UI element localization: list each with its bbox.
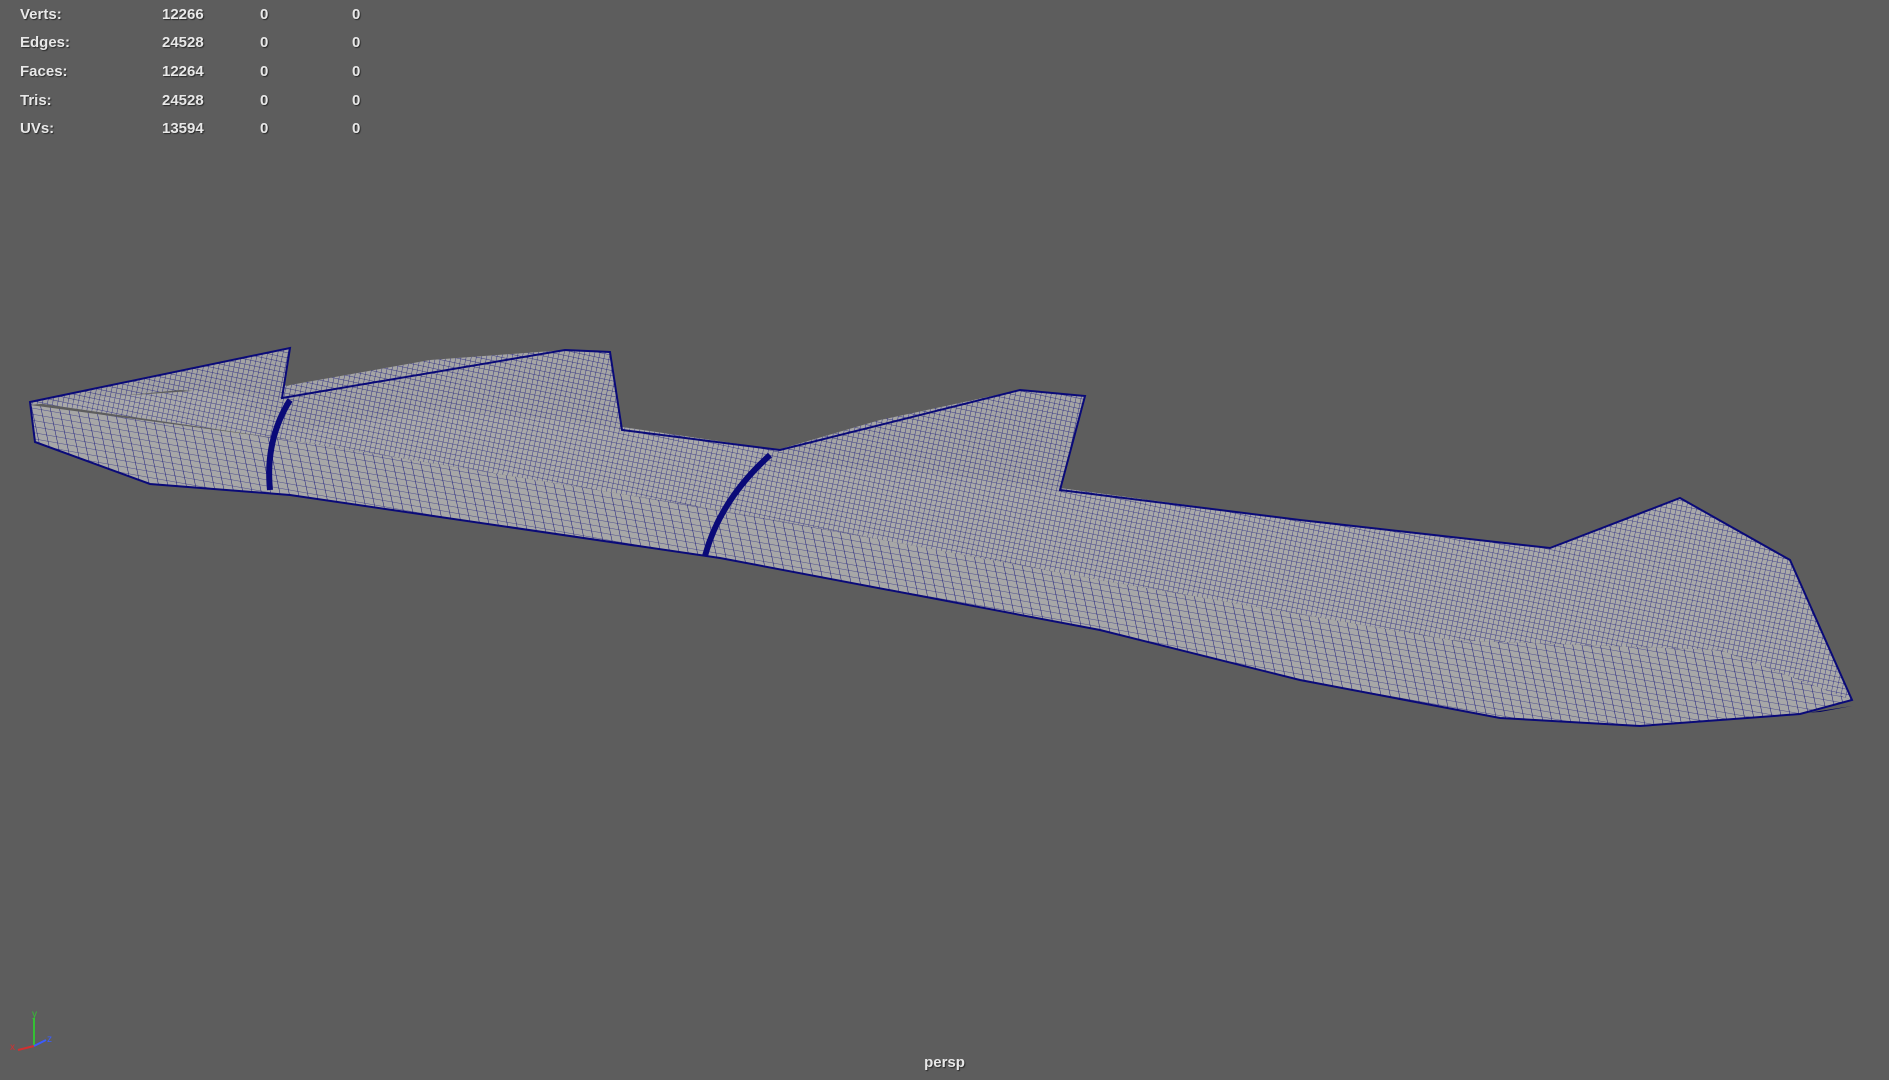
hud-value-selected: 0 (260, 62, 269, 80)
hud-value-extra: 0 (352, 62, 361, 80)
hud-value-total: 12264 (162, 62, 204, 80)
hud-value-total: 13594 (162, 120, 204, 138)
hud-value-selected: 0 (260, 120, 269, 138)
y-axis-label: y (32, 1009, 37, 1020)
hud-value-total: 12266 (162, 5, 204, 23)
hud-label: UVs: (20, 120, 55, 138)
hud-value-extra: 0 (352, 34, 361, 52)
hud-label: Edges: (20, 34, 71, 52)
hud-value-extra: 0 (352, 5, 361, 23)
hud-value-extra: 0 (352, 120, 361, 138)
hud-label: Tris: (20, 91, 52, 109)
poly-count-hud: Verts: 12266 0 0 Edges: 24528 0 0 Faces:… (0, 0, 412, 143)
z-axis-line (33, 1039, 47, 1047)
hud-row-verts: Verts: 12266 0 0 (0, 0, 412, 29)
hud-row-uvs: UVs: 13594 0 0 (0, 114, 412, 143)
hud-row-edges: Edges: 24528 0 0 (0, 29, 412, 58)
hud-row-tris: Tris: 24528 0 0 (0, 86, 412, 115)
hud-row-faces: Faces: 12264 0 0 (0, 57, 412, 86)
hud-label: Faces: (20, 62, 68, 80)
axis-gizmo: y x z (10, 1009, 52, 1053)
hud-value-selected: 0 (260, 34, 269, 52)
camera-name-label: persp (924, 1054, 965, 1071)
hud-value-total: 24528 (162, 34, 204, 52)
x-axis-label: x (10, 1042, 15, 1053)
hud-value-extra: 0 (352, 91, 361, 109)
hud-value-total: 24528 (162, 91, 204, 109)
hud-label: Verts: (20, 5, 62, 23)
x-axis-line (17, 1045, 35, 1051)
z-axis-label: z (47, 1034, 52, 1045)
spoiler-wireframe-mesh[interactable] (0, 0, 1889, 1080)
hud-value-selected: 0 (260, 91, 269, 109)
perspective-viewport[interactable]: Verts: 12266 0 0 Edges: 24528 0 0 Faces:… (0, 0, 1889, 1080)
hud-value-selected: 0 (260, 5, 269, 23)
